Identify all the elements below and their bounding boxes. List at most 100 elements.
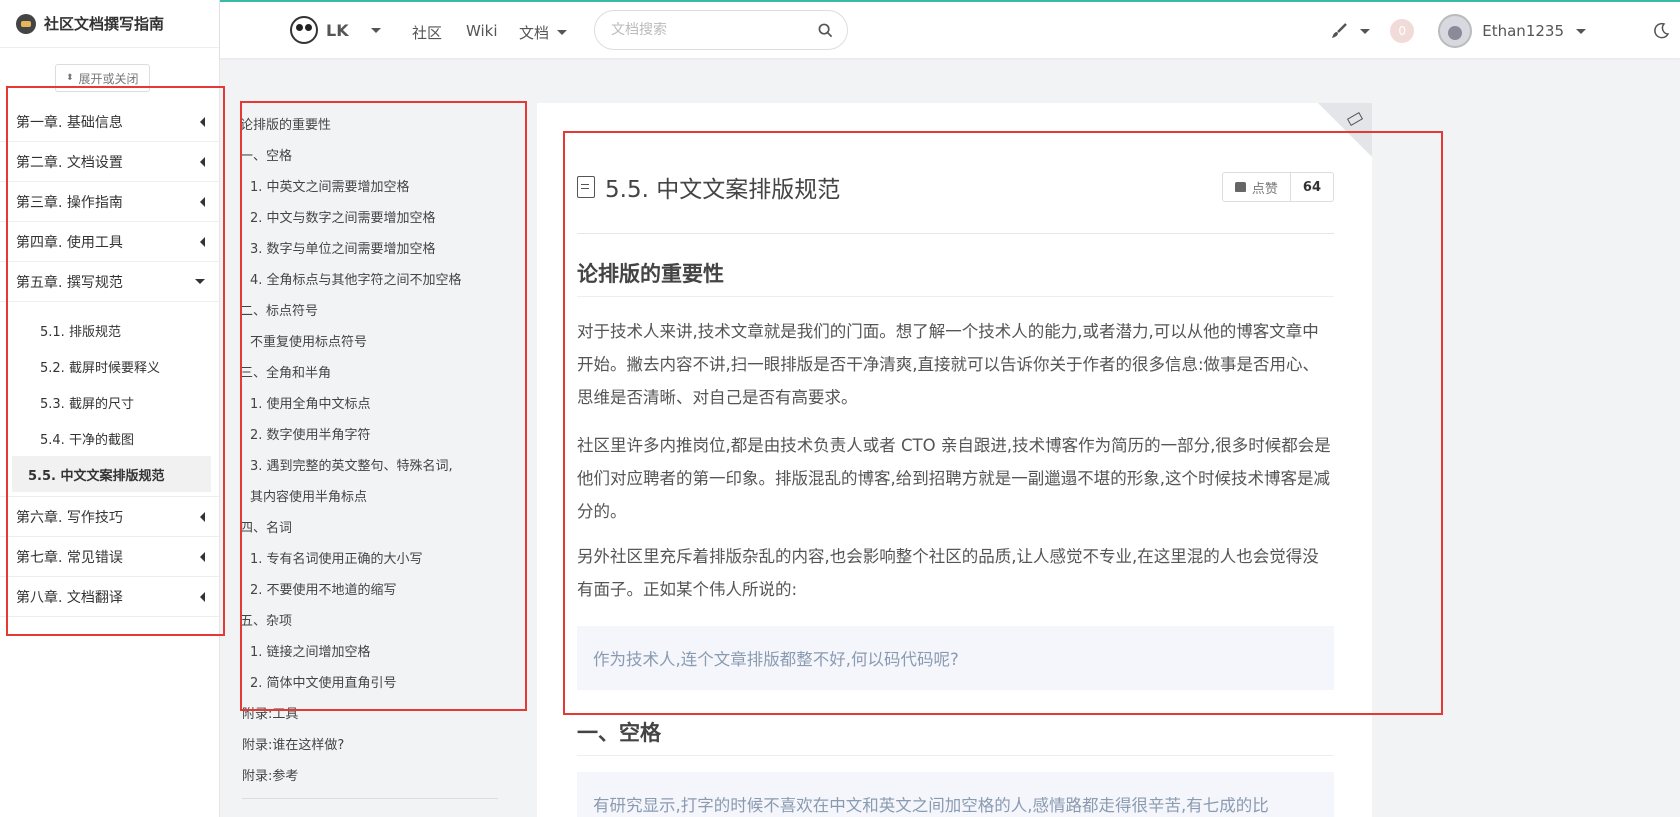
caret-left-icon [200, 156, 205, 167]
chevron-down-icon [370, 27, 381, 33]
toc-divider [242, 798, 498, 799]
nav-link-wiki[interactable]: Wiki [466, 22, 498, 40]
panda-logo-icon [290, 16, 318, 44]
nav-link-docs[interactable]: 文档 [519, 22, 568, 43]
subitem-5-3[interactable]: 5.3. 截屏的尺寸 [12, 384, 211, 420]
caret-left-icon [200, 236, 205, 247]
document-icon [577, 176, 595, 198]
toc-item[interactable]: 论排版的重要性 [240, 108, 500, 139]
sidebar-header[interactable]: 社区文档撰写指南 [0, 0, 219, 48]
blockquote-1: 作为技术人,连个文章排版都整不好,何以码代码呢? [577, 626, 1334, 690]
expand-collapse-label: 展开或关闭 [78, 71, 139, 86]
chapter-item-4[interactable]: 第四章. 使用工具 [0, 222, 219, 262]
nav-link-community[interactable]: 社区 [412, 22, 442, 43]
search-icon[interactable] [818, 23, 833, 38]
chevron-down-icon[interactable] [1360, 28, 1371, 34]
docs-sidebar: 社区文档撰写指南 ⬍ 展开或关闭 第一章. 基础信息 第二章. 文档设置 第三章… [0, 0, 220, 817]
chapter-list: 第一章. 基础信息 第二章. 文档设置 第三章. 操作指南 第四章. 使用工具 … [0, 102, 219, 617]
expand-collapse-button[interactable]: ⬍ 展开或关闭 [55, 64, 150, 92]
chapter-item-2[interactable]: 第二章. 文档设置 [0, 142, 219, 182]
caret-left-icon [200, 116, 205, 127]
caret-left-icon [200, 196, 205, 207]
toc-item[interactable]: 五、杂项 [240, 604, 500, 635]
toc-item[interactable]: 2. 中文与数字之间需要增加空格 [240, 201, 500, 232]
toc-item[interactable]: 2. 简体中文使用直角引号 [240, 666, 500, 697]
chapter-item-3[interactable]: 第三章. 操作指南 [0, 182, 219, 222]
subitem-5-5-active[interactable]: 5.5. 中文文案排版规范 [12, 456, 211, 492]
blockquote-2: 有研究显示,打字的时候不喜欢在中文和英文之间加空格的人,感情路都走得很辛苦,有七… [577, 772, 1334, 817]
toc-item[interactable]: 1. 专有名词使用正确的大小写 [240, 542, 500, 573]
toc-item[interactable]: 三、全角和半角 [240, 356, 500, 387]
paintbrush-icon[interactable] [1330, 22, 1348, 40]
chapter-label: 第五章. 撰写规范 [16, 274, 123, 291]
like-count: 64 [1302, 179, 1321, 195]
chapter-label: 第四章. 使用工具 [16, 234, 123, 251]
subitem-5-1[interactable]: 5.1. 排版规范 [12, 312, 211, 348]
chapter-item-6[interactable]: 第六章. 写作技巧 [0, 497, 219, 537]
paragraph-2: 社区里许多内推岗位,都是由技术负责人或者 CTO 亲自跟进,技术博客作为简历的一… [577, 436, 1331, 521]
toc-item[interactable]: 附录:参考 [240, 759, 500, 790]
toc-item[interactable]: 4. 全角标点与其他字符之间不加空格 [240, 263, 500, 294]
toc-item[interactable]: 3. 遇到完整的英文整句、特殊名词, [240, 449, 500, 480]
section-heading-importance: 论排版的重要性 [577, 258, 1334, 297]
search-input[interactable] [611, 22, 801, 38]
chapter-label: 第一章. 基础信息 [16, 114, 123, 131]
toc-item[interactable]: 1. 中英文之间需要增加空格 [240, 170, 500, 201]
edit-corner[interactable] [1318, 103, 1372, 157]
toc-item[interactable]: 其内容使用半角标点 [240, 480, 500, 511]
like-label: 点赞 [1251, 181, 1278, 197]
toc-item[interactable]: 3. 数字与单位之间需要增加空格 [240, 232, 500, 263]
top-navbar: LK 社区 Wiki 文档 0 Ethan1235 [220, 0, 1680, 58]
doc-search-box[interactable] [594, 10, 848, 50]
sort-arrows-icon: ⬍ [66, 73, 74, 83]
toc-item[interactable]: 四、名词 [240, 511, 500, 542]
toc-item[interactable]: 1. 使用全角中文标点 [240, 387, 500, 418]
article-panel: 5.5. 中文文案排版规范 点赞 64 论排版的重要性 对于技术人来讲,技术文章… [537, 103, 1372, 817]
subitem-5-2[interactable]: 5.2. 截屏时候要释义 [12, 348, 211, 384]
chapter-label: 第六章. 写作技巧 [16, 509, 123, 526]
caret-left-icon [200, 551, 205, 562]
nav-docs-label: 文档 [519, 24, 550, 42]
chapter-item-7[interactable]: 第七章. 常见错误 [0, 537, 219, 577]
chapter-label: 第三章. 操作指南 [16, 194, 123, 211]
toc-item[interactable]: 2. 不要使用不地道的缩写 [240, 573, 500, 604]
chapter-5-subitems: 5.1. 排版规范 5.2. 截屏时候要释义 5.3. 截屏的尺寸 5.4. 干… [0, 302, 219, 497]
chevron-down-icon [557, 30, 568, 35]
chapter-item-5[interactable]: 第五章. 撰写规范 [0, 262, 219, 302]
sidebar-title: 社区文档撰写指南 [44, 15, 165, 33]
toc-item[interactable]: 附录:谁在这样做? [240, 728, 500, 759]
brand-menu[interactable]: LK [290, 16, 381, 44]
chapter-item-8[interactable]: 第八章. 文档翻译 [0, 577, 219, 617]
paragraph-1: 对于技术人来讲,技术文章就是我们的门面。想了解一个技术人的能力,或者潜力,可以从… [577, 322, 1320, 407]
section-heading-spacing: 一、空格 [577, 717, 1334, 756]
thumbs-up-icon [1234, 182, 1246, 192]
subitem-5-4[interactable]: 5.4. 干净的截图 [12, 420, 211, 456]
chapter-label: 第二章. 文档设置 [16, 154, 123, 171]
article-title: 5.5. 中文文案排版规范 [577, 170, 840, 204]
avatar[interactable] [1438, 14, 1473, 48]
toc-item[interactable]: 2. 数字使用半角字符 [240, 418, 500, 449]
toc-item[interactable]: 一、空格 [240, 139, 500, 170]
toc-item[interactable]: 1. 链接之间增加空格 [240, 635, 500, 666]
user-tools: 0 Ethan1235 [1330, 14, 1680, 48]
caret-down-icon [195, 279, 205, 284]
book-logo-icon [16, 13, 36, 34]
brand-label: LK [326, 20, 349, 40]
toc-item[interactable]: 二、标点符号 [240, 294, 500, 325]
toc-item[interactable]: 不重复使用标点符号 [240, 325, 500, 356]
moon-icon[interactable] [1652, 22, 1670, 40]
chapter-label: 第八章. 文档翻译 [16, 589, 123, 606]
caret-left-icon [200, 511, 205, 522]
table-of-contents: 论排版的重要性 一、空格 1. 中英文之间需要增加空格 2. 中文与数字之间需要… [240, 108, 500, 790]
chevron-down-icon[interactable] [1576, 28, 1586, 34]
chapter-label: 第七章. 常见错误 [16, 549, 123, 566]
username[interactable]: Ethan1235 [1482, 22, 1564, 40]
paragraph-3: 另外社区里充斥着排版杂乱的内容,也会影响整个社区的品质,让人感觉不专业,在这里混… [577, 547, 1319, 599]
like-button[interactable]: 点赞 [1223, 173, 1291, 201]
caret-left-icon [200, 591, 205, 602]
like-button-group: 点赞 64 [1221, 172, 1334, 202]
toc-item[interactable]: 附录:工具 [240, 697, 500, 728]
notification-badge[interactable]: 0 [1390, 19, 1415, 43]
chapter-item-1[interactable]: 第一章. 基础信息 [0, 102, 219, 142]
article-header: 5.5. 中文文案排版规范 点赞 64 [577, 158, 1334, 234]
